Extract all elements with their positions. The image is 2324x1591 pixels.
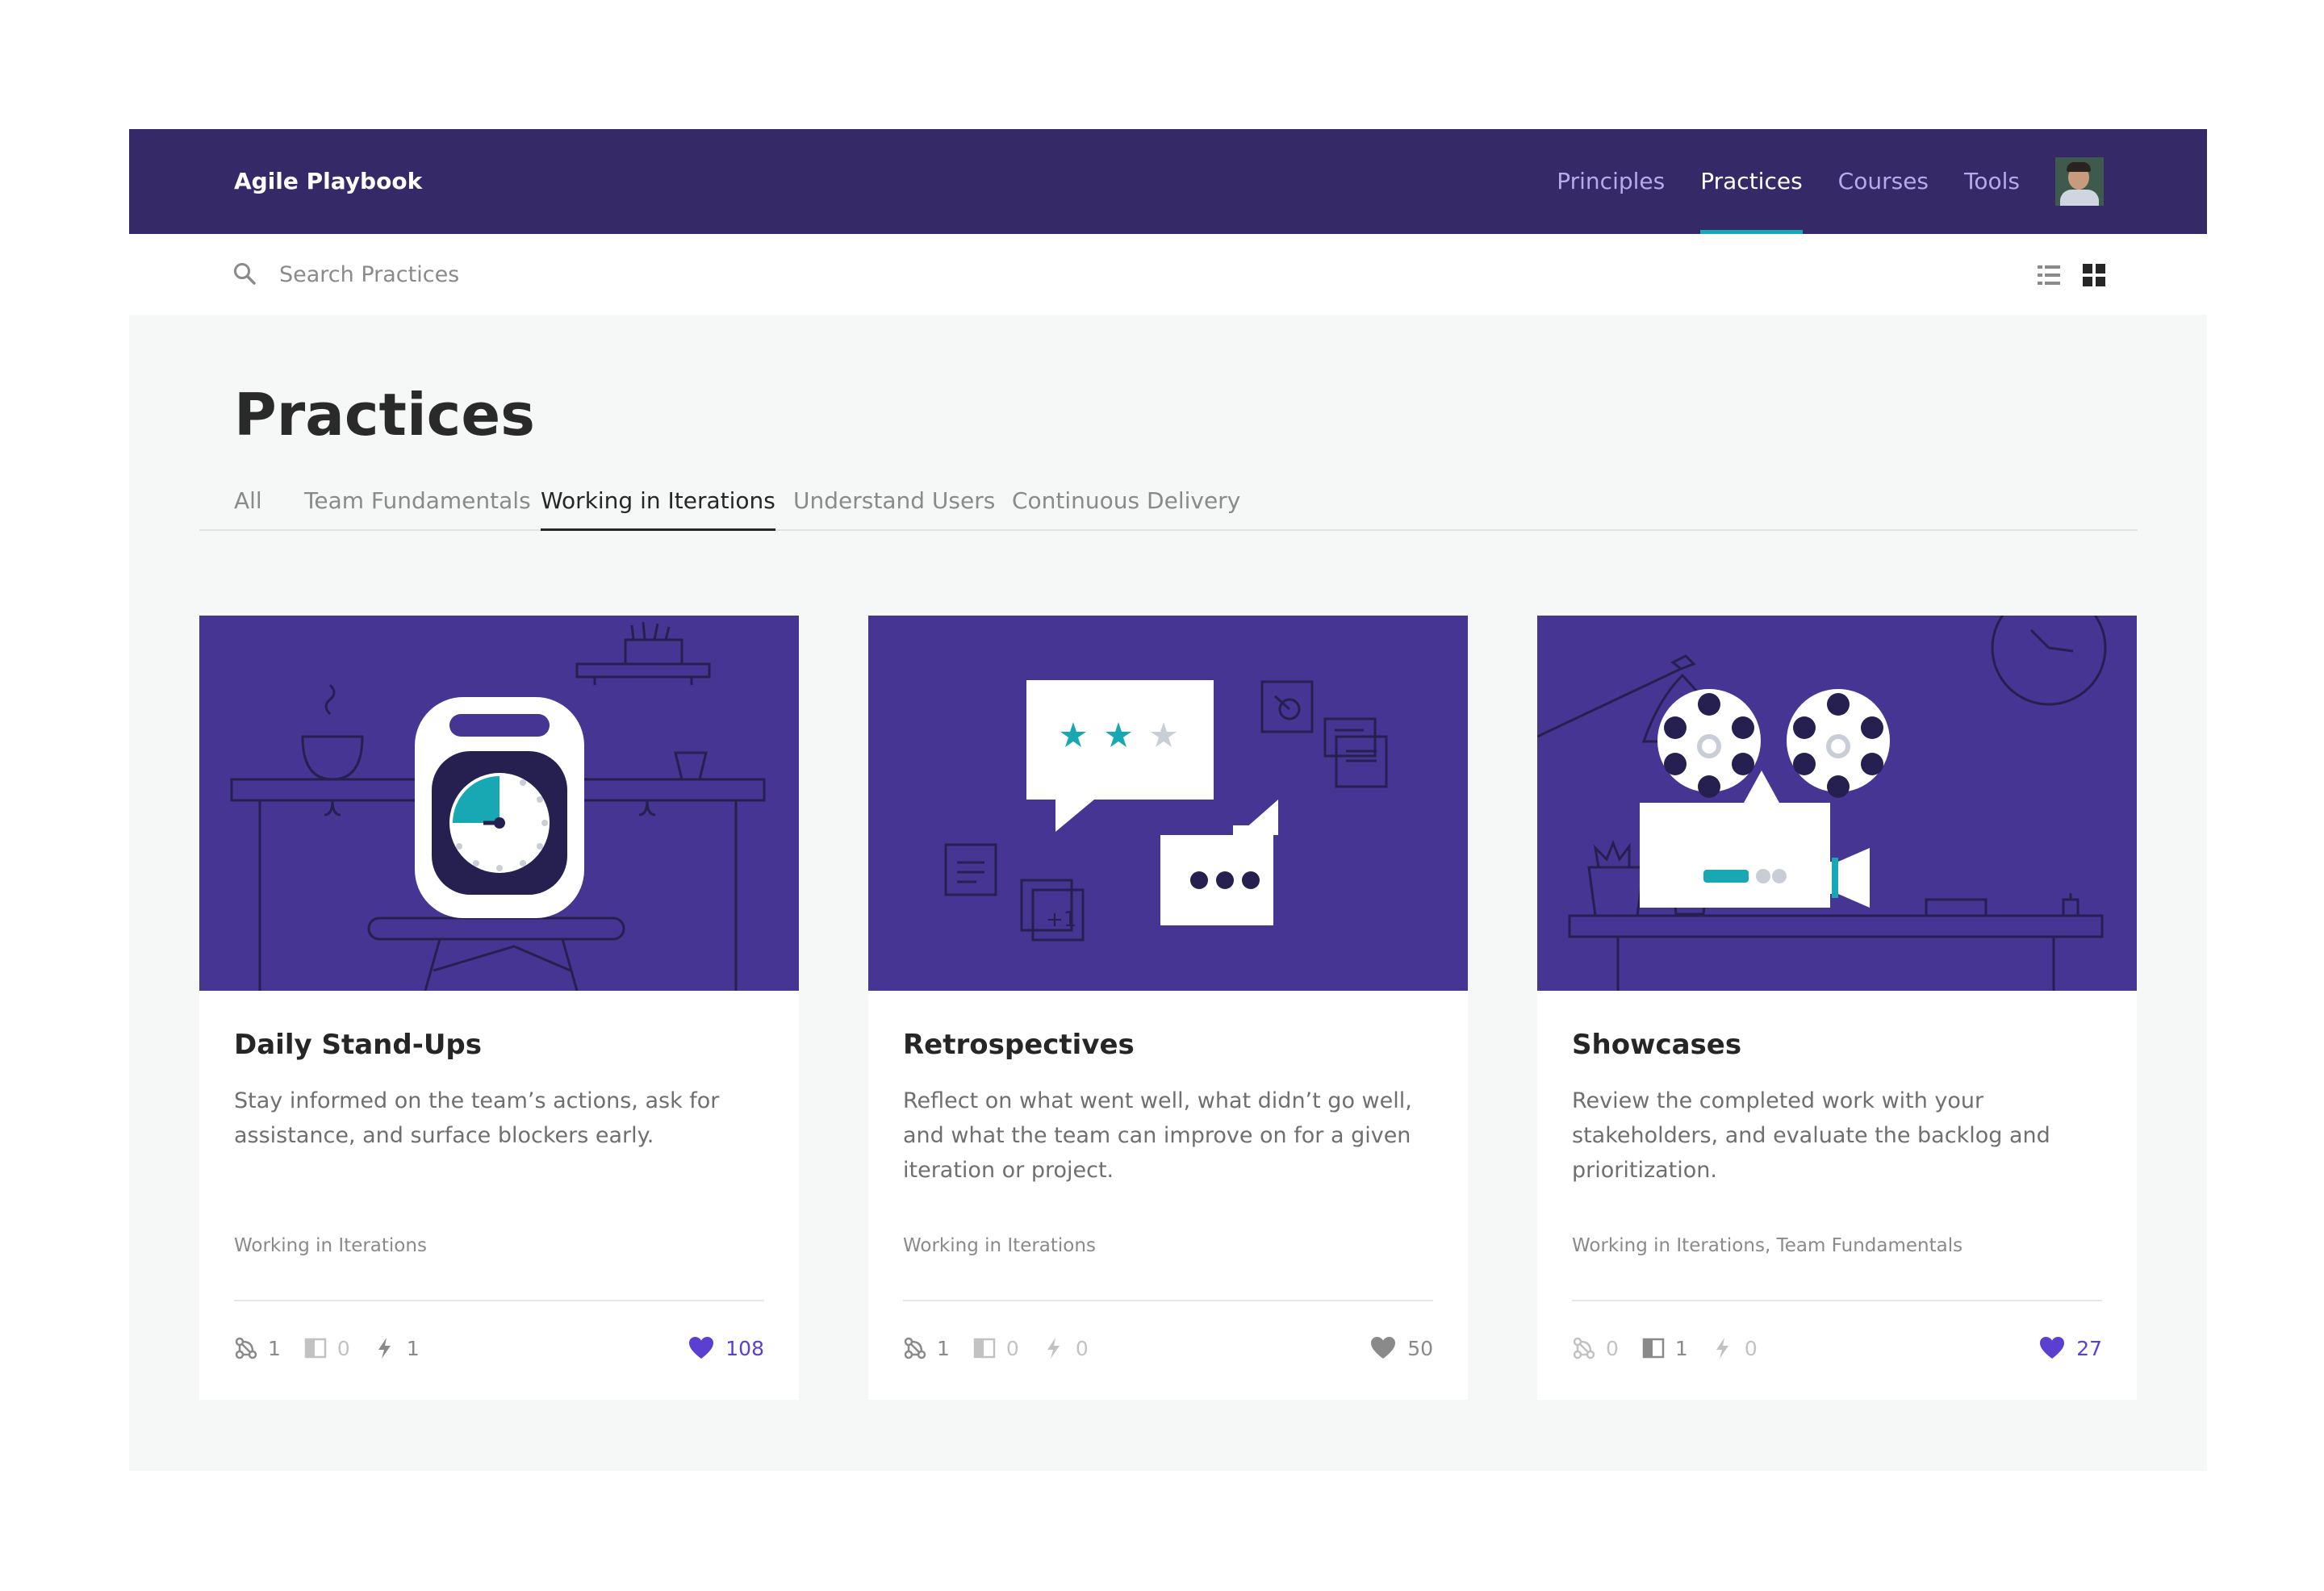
page-stat: 1 xyxy=(1641,1336,1688,1360)
bolt-count: 1 xyxy=(406,1336,420,1360)
top-nav: Agile Playbook Principles Practices Cour… xyxy=(129,129,2207,234)
link-count: 0 xyxy=(1606,1336,1619,1360)
page-icon xyxy=(304,1338,327,1359)
card-divider xyxy=(903,1300,1433,1301)
card-divider xyxy=(234,1300,764,1301)
like-button[interactable]: 27 xyxy=(2039,1334,2102,1363)
heart-icon xyxy=(1371,1337,1396,1359)
bolt-count: 0 xyxy=(1075,1336,1089,1360)
bolt-icon xyxy=(378,1338,391,1359)
tab-all[interactable]: All xyxy=(234,476,262,531)
page-icon xyxy=(1642,1338,1665,1359)
search-icon xyxy=(234,263,256,285)
card-stats: 0 1 0 xyxy=(1572,1334,1780,1363)
like-count: 27 xyxy=(2076,1336,2102,1360)
practice-card[interactable]: +1 Retrospectives Reflect on what went w… xyxy=(868,616,1468,1400)
app-title[interactable]: Agile Playbook xyxy=(234,129,422,234)
bolt-stat: 0 xyxy=(1042,1336,1089,1360)
card-stats: 1 0 0 xyxy=(903,1334,1111,1363)
film-projector-illustration xyxy=(1537,616,2137,991)
like-count: 108 xyxy=(725,1336,764,1360)
user-avatar[interactable] xyxy=(2055,157,2104,206)
page-icon xyxy=(973,1338,996,1359)
nav-tools[interactable]: Tools xyxy=(1964,129,2020,234)
bolt-stat: 1 xyxy=(373,1336,420,1360)
like-button[interactable]: 108 xyxy=(688,1334,764,1363)
like-button[interactable]: 50 xyxy=(1370,1334,1433,1363)
nav-courses[interactable]: Courses xyxy=(1838,129,1929,234)
grid-view-icon[interactable] xyxy=(2083,264,2105,286)
tab-working-in-iterations[interactable]: Working in Iterations xyxy=(541,476,775,531)
card-description: Stay informed on the team’s actions, ask… xyxy=(234,1088,720,1148)
list-view-icon[interactable] xyxy=(2038,264,2060,286)
card-title[interactable]: Showcases xyxy=(1572,1029,1741,1061)
card-description: Reflect on what went well, what didn’t g… xyxy=(903,1088,1412,1183)
card-footer: 1 0 1 108 xyxy=(234,1334,764,1363)
avatar-body xyxy=(2060,190,2099,206)
nav-practices[interactable]: Practices xyxy=(1700,129,1804,234)
heart-icon xyxy=(689,1337,714,1359)
search-input[interactable] xyxy=(279,257,763,292)
card-footer: 0 1 0 27 xyxy=(1572,1334,2102,1363)
card-tags: Working in Iterations, Team Fundamentals xyxy=(1572,1235,1963,1256)
practice-card[interactable]: Showcases Review the completed work with… xyxy=(1537,616,2137,1400)
link-icon xyxy=(904,1337,926,1359)
tab-continuous-delivery[interactable]: Continuous Delivery xyxy=(1012,476,1240,531)
alarm-clock-illustration xyxy=(199,616,799,991)
page-count: 1 xyxy=(1674,1336,1688,1360)
card-divider xyxy=(1572,1300,2102,1301)
link-icon xyxy=(1573,1337,1595,1359)
tab-understand-users[interactable]: Understand Users xyxy=(793,476,995,531)
like-count: 50 xyxy=(1407,1336,1433,1360)
heart-icon xyxy=(2040,1337,2065,1359)
card-tags: Working in Iterations xyxy=(903,1235,1096,1256)
filter-tabs: All Team Fundamentals Working in Iterati… xyxy=(199,476,2138,531)
link-count: 1 xyxy=(937,1336,950,1360)
bolt-icon xyxy=(1716,1338,1728,1359)
app-frame: Agile Playbook Principles Practices Cour… xyxy=(129,129,2207,1471)
card-title[interactable]: Daily Stand-Ups xyxy=(234,1029,482,1061)
link-count: 1 xyxy=(268,1336,281,1360)
page-stat: 0 xyxy=(972,1336,1019,1360)
chat-bubbles-illustration: +1 xyxy=(868,616,1468,991)
card-tags: Working in Iterations xyxy=(234,1235,427,1256)
card-footer: 1 0 0 50 xyxy=(903,1334,1433,1363)
link-stat: 1 xyxy=(234,1336,281,1360)
bolt-stat: 0 xyxy=(1711,1336,1758,1360)
avatar-hair xyxy=(2067,162,2091,172)
card-title[interactable]: Retrospectives xyxy=(903,1029,1135,1061)
nav-links: Principles Practices Courses Tools xyxy=(1557,129,2104,234)
link-stat: 0 xyxy=(1572,1336,1619,1360)
svg-text:+1: +1 xyxy=(1046,908,1076,932)
page-count: 0 xyxy=(1005,1336,1019,1360)
nav-principles[interactable]: Principles xyxy=(1557,129,1665,234)
tab-team-fundamentals[interactable]: Team Fundamentals xyxy=(304,476,531,531)
page-stat: 0 xyxy=(303,1336,350,1360)
bolt-count: 0 xyxy=(1744,1336,1758,1360)
link-stat: 1 xyxy=(903,1336,950,1360)
card-stats: 1 0 1 xyxy=(234,1334,442,1363)
search-bar xyxy=(129,234,2207,315)
page-title: Practices xyxy=(234,381,536,449)
card-description: Review the completed work with your stak… xyxy=(1572,1088,2050,1183)
page-count: 0 xyxy=(336,1336,350,1360)
bolt-icon xyxy=(1047,1338,1060,1359)
practice-card[interactable]: Daily Stand-Ups Stay informed on the tea… xyxy=(199,616,799,1400)
link-icon xyxy=(235,1337,257,1359)
